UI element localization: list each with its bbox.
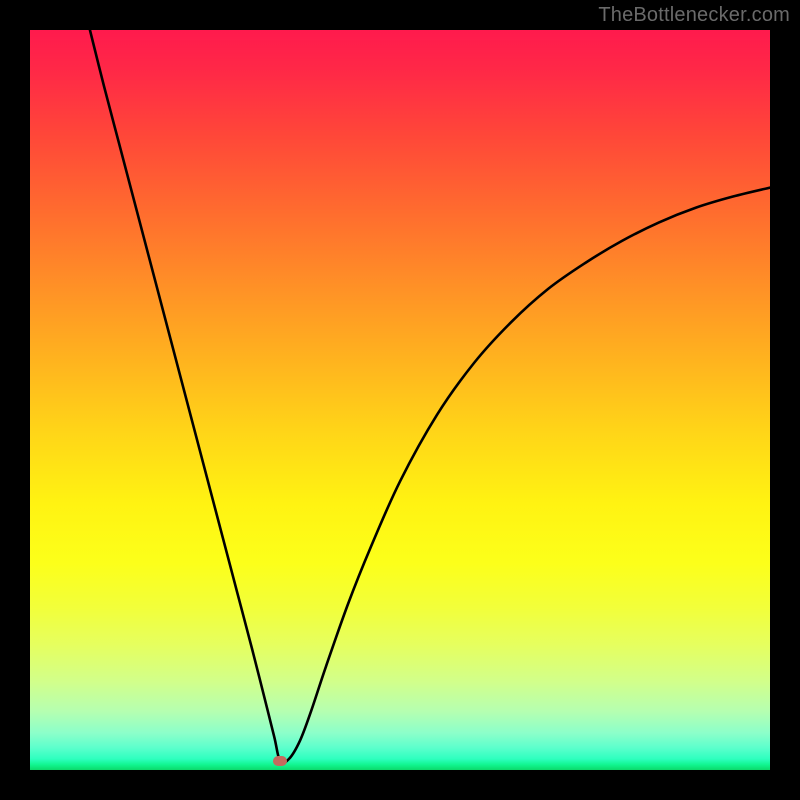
bottleneck-curve [30, 30, 770, 770]
optimal-point-marker [273, 756, 287, 766]
plot-area [30, 30, 770, 770]
watermark-text: TheBottlenecker.com [598, 4, 790, 27]
chart-frame: TheBottlenecker.com [0, 0, 800, 800]
